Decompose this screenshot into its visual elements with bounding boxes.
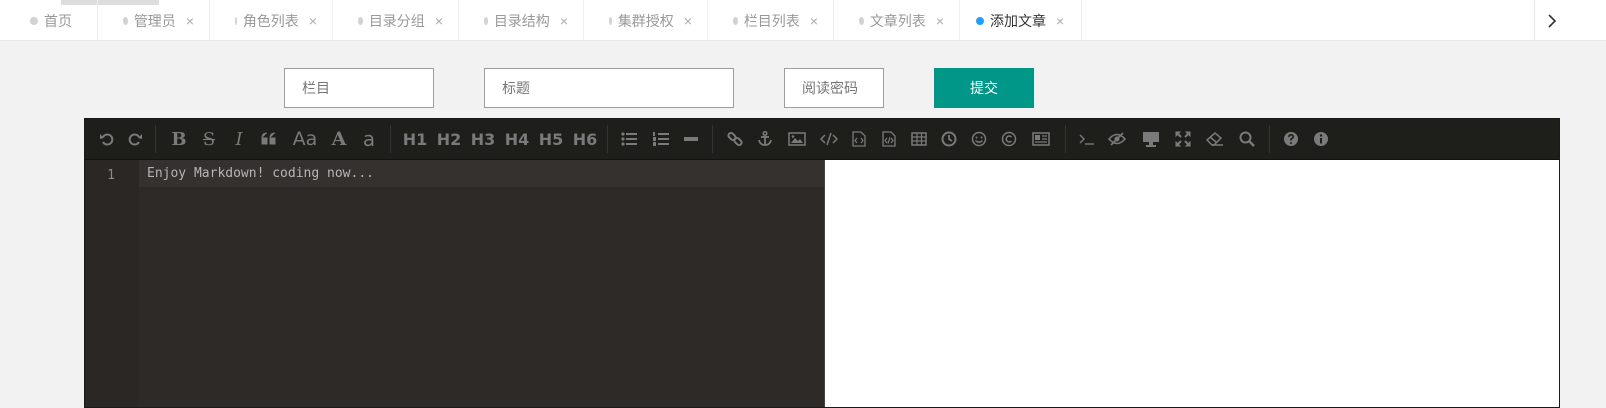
tab-add-article[interactable]: 添加文章 × xyxy=(960,0,1082,41)
h1-icon[interactable]: H1 xyxy=(399,125,431,153)
tab-status-dot xyxy=(358,16,363,25)
strikethrough-icon[interactable]: S xyxy=(195,125,223,153)
close-icon[interactable]: × xyxy=(560,13,568,29)
chevron-right-icon xyxy=(1548,13,1557,28)
line-number-gutter: 1 xyxy=(85,160,140,407)
code-block-icon[interactable] xyxy=(875,125,903,153)
h2-icon[interactable]: H2 xyxy=(433,125,465,153)
toolbar-divider xyxy=(155,125,156,153)
clear-eraser-icon[interactable] xyxy=(1201,125,1229,153)
table-icon[interactable] xyxy=(905,125,933,153)
pagebreak-icon[interactable] xyxy=(1027,125,1055,153)
redo-icon[interactable] xyxy=(121,125,149,153)
markdown-code-area[interactable]: Enjoy Markdown! coding now... xyxy=(139,160,824,407)
help-icon[interactable] xyxy=(1277,125,1305,153)
tab-home[interactable]: 首页 xyxy=(5,0,98,41)
h4-icon[interactable]: H4 xyxy=(501,125,533,153)
tab-admins[interactable]: 管理员 × xyxy=(98,0,210,41)
tab-status-dot xyxy=(30,16,38,25)
close-icon[interactable]: × xyxy=(1056,13,1064,29)
tab-status-dot xyxy=(235,16,237,25)
ucwords-icon[interactable]: Aa xyxy=(289,125,321,153)
unordered-list-icon[interactable] xyxy=(615,125,643,153)
tab-column-list[interactable]: 栏目列表 × xyxy=(708,0,834,41)
quote-icon[interactable] xyxy=(255,125,283,153)
tab-label: 添加文章 xyxy=(990,12,1046,29)
tab-status-dot xyxy=(733,16,738,25)
h3-icon[interactable]: H3 xyxy=(467,125,499,153)
tab-status-dot xyxy=(859,16,864,25)
lowercase-icon[interactable]: a xyxy=(355,125,383,153)
tab-label: 管理员 xyxy=(133,12,176,29)
close-icon[interactable]: × xyxy=(435,13,443,29)
markdown-editor: B S I Aa A a H1 H2 H3 H4 H5 H6 1 Enjoy M… xyxy=(84,118,1560,408)
ordered-list-icon[interactable] xyxy=(647,125,675,153)
tab-label: 栏目列表 xyxy=(743,12,800,29)
watch-toggle-icon[interactable] xyxy=(1103,125,1131,153)
toolbar-divider xyxy=(1065,125,1066,153)
emoji-icon[interactable] xyxy=(965,125,993,153)
toolbar-divider xyxy=(607,125,608,153)
tab-cluster-auth[interactable]: 集群授权 × xyxy=(584,0,708,41)
close-icon[interactable]: × xyxy=(186,13,194,29)
fullscreen-icon[interactable] xyxy=(1169,125,1197,153)
bold-icon[interactable]: B xyxy=(165,125,193,153)
toolbar-divider xyxy=(390,125,391,153)
preview-icon[interactable] xyxy=(1137,125,1165,153)
html-entities-icon[interactable] xyxy=(995,125,1023,153)
tab-directory-groups[interactable]: 目录分组 × xyxy=(333,0,459,41)
image-icon[interactable] xyxy=(783,125,811,153)
horizontal-rule-icon[interactable] xyxy=(677,125,705,153)
tab-label: 文章列表 xyxy=(869,12,926,29)
tab-label: 角色列表 xyxy=(242,12,299,29)
uppercase-icon[interactable]: A xyxy=(325,125,353,153)
tab-label: 目录分组 xyxy=(368,12,425,29)
anchor-icon[interactable] xyxy=(751,125,779,153)
search-icon[interactable] xyxy=(1233,125,1261,153)
read-password-input[interactable] xyxy=(784,68,884,108)
h6-icon[interactable]: H6 xyxy=(569,125,601,153)
italic-icon[interactable]: I xyxy=(225,125,253,153)
close-icon[interactable]: × xyxy=(684,13,692,29)
column-input[interactable] xyxy=(284,68,434,108)
close-icon[interactable]: × xyxy=(309,13,317,29)
markdown-preview-pane xyxy=(824,160,1559,407)
tab-strip: 首页 管理员 × 角色列表 × 目录分组 × 目录结构 × 集群授权 × 栏目列… xyxy=(5,0,1082,41)
datetime-icon[interactable] xyxy=(935,125,963,153)
close-icon[interactable]: × xyxy=(810,13,818,29)
editor-toolbar: B S I Aa A a H1 H2 H3 H4 H5 H6 xyxy=(85,119,1559,160)
title-input[interactable] xyxy=(484,68,734,108)
toolbar-divider xyxy=(712,125,713,153)
tab-label: 首页 xyxy=(44,12,72,29)
tab-status-dot xyxy=(123,16,128,25)
tab-status-dot xyxy=(484,16,488,25)
h5-icon[interactable]: H5 xyxy=(535,125,567,153)
tab-status-dot xyxy=(609,16,612,25)
tab-role-list[interactable]: 角色列表 × xyxy=(210,0,333,41)
tab-status-dot xyxy=(976,16,984,25)
code-line[interactable]: Enjoy Markdown! coding now... xyxy=(139,160,824,187)
tab-label: 目录结构 xyxy=(493,12,550,29)
line-number: 1 xyxy=(107,168,115,183)
toolbar-divider xyxy=(1269,125,1270,153)
code-icon[interactable] xyxy=(815,125,843,153)
undo-icon[interactable] xyxy=(93,125,121,153)
preformatted-text-icon[interactable] xyxy=(845,125,873,153)
goto-line-icon[interactable] xyxy=(1073,125,1101,153)
link-icon[interactable] xyxy=(721,125,749,153)
tab-scroll-right-button[interactable] xyxy=(1534,0,1569,41)
close-icon[interactable]: × xyxy=(936,13,944,29)
tab-bar: 首页 管理员 × 角色列表 × 目录分组 × 目录结构 × 集群授权 × 栏目列… xyxy=(0,0,1606,41)
tab-directory-structure[interactable]: 目录结构 × xyxy=(459,0,584,41)
info-icon[interactable] xyxy=(1307,125,1335,153)
tab-article-list[interactable]: 文章列表 × xyxy=(834,0,960,41)
submit-button[interactable]: 提交 xyxy=(934,68,1034,108)
tab-label: 集群授权 xyxy=(617,12,674,29)
